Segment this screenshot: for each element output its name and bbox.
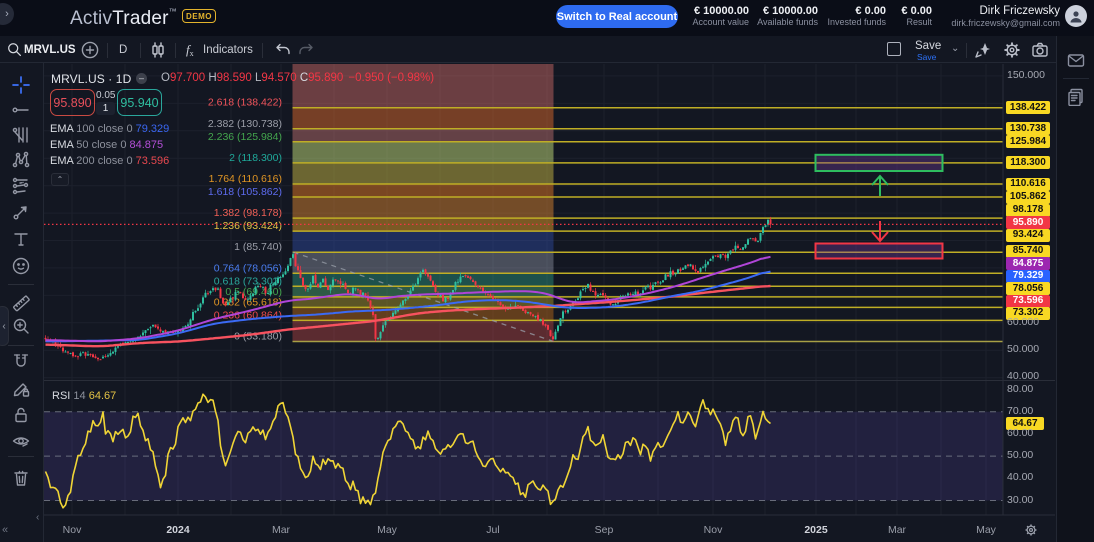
svg-text:1.382 (98.178): 1.382 (98.178) [214, 207, 282, 219]
svg-text:2.382 (130.738): 2.382 (130.738) [208, 118, 282, 130]
svg-text:1.236 (93.424): 1.236 (93.424) [214, 220, 282, 232]
svg-text:1.618 (105.862): 1.618 (105.862) [208, 186, 282, 198]
svg-text:1 (85.740): 1 (85.740) [234, 241, 282, 253]
svg-text:1.764 (110.616): 1.764 (110.616) [209, 173, 282, 185]
svg-text:2.236 (125.984): 2.236 (125.984) [208, 131, 282, 143]
svg-text:2.618 (138.422): 2.618 (138.422) [208, 97, 282, 109]
svg-text:0.764 (78.056): 0.764 (78.056) [214, 262, 282, 274]
svg-text:2 (118.300): 2 (118.300) [229, 152, 282, 164]
